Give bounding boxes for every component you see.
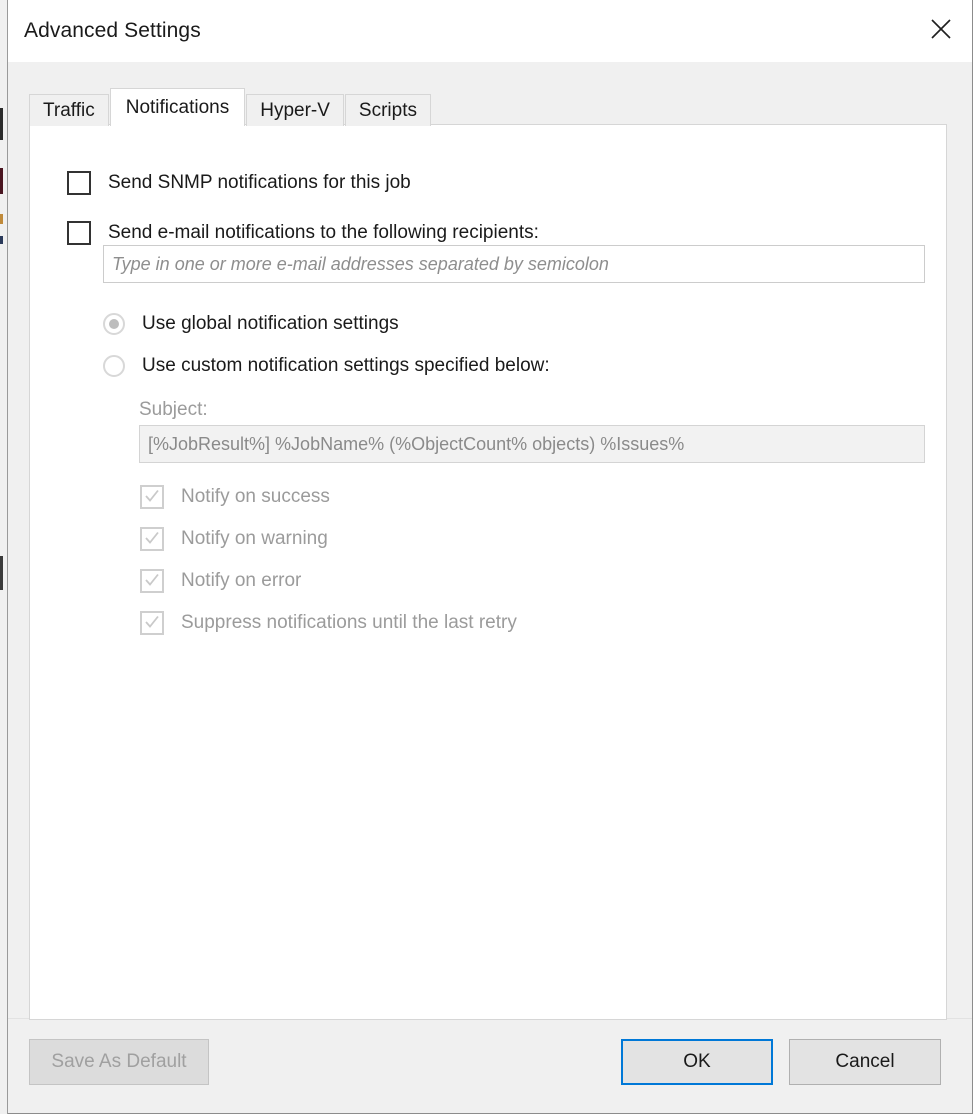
ok-button[interactable]: OK bbox=[621, 1039, 773, 1085]
email-notifications-label: Send e-mail notifications to the followi… bbox=[108, 222, 539, 244]
email-recipients-input[interactable]: Type in one or more e-mail addresses sep… bbox=[103, 245, 925, 283]
tab-label: Scripts bbox=[359, 100, 417, 122]
email-recipients-placeholder: Type in one or more e-mail addresses sep… bbox=[112, 254, 609, 275]
tab-strip: Traffic Notifications Hyper-V Scripts bbox=[29, 90, 947, 126]
notify-on-error-label: Notify on error bbox=[181, 570, 301, 592]
save-as-default-button[interactable]: Save As Default bbox=[29, 1039, 209, 1085]
suppress-notifications-checkbox[interactable] bbox=[140, 611, 164, 635]
checkmark-icon bbox=[144, 572, 160, 588]
notify-on-success-label: Notify on success bbox=[181, 486, 330, 508]
advanced-settings-dialog: Advanced Settings Traffic Notifications … bbox=[8, 0, 973, 1114]
use-global-settings-radio-row[interactable]: Use global notification settings bbox=[103, 313, 399, 335]
use-global-settings-radio[interactable] bbox=[103, 313, 125, 335]
tab-label: Traffic bbox=[43, 100, 95, 122]
use-custom-settings-radio[interactable] bbox=[103, 355, 125, 377]
snmp-notifications-checkbox-row[interactable]: Send SNMP notifications for this job bbox=[67, 171, 411, 195]
use-custom-settings-label: Use custom notification settings specifi… bbox=[142, 355, 550, 377]
snmp-notifications-checkbox[interactable] bbox=[67, 171, 91, 195]
ok-label: OK bbox=[683, 1051, 710, 1073]
tab-traffic[interactable]: Traffic bbox=[29, 94, 109, 126]
notify-on-warning-checkbox-row[interactable]: Notify on warning bbox=[140, 527, 328, 551]
subject-input[interactable]: [%JobResult%] %JobName% (%ObjectCount% o… bbox=[139, 425, 925, 463]
background-window-edge bbox=[0, 0, 8, 1114]
background-window-artifact bbox=[0, 168, 3, 194]
background-window-artifact bbox=[0, 108, 3, 140]
notifications-tab-panel: Send SNMP notifications for this job Sen… bbox=[29, 124, 947, 1020]
snmp-notifications-label: Send SNMP notifications for this job bbox=[108, 172, 411, 194]
background-window-artifact bbox=[0, 214, 3, 224]
close-button[interactable] bbox=[910, 0, 972, 58]
background-window-artifact bbox=[0, 556, 3, 590]
use-global-settings-label: Use global notification settings bbox=[142, 313, 399, 335]
tab-label: Hyper-V bbox=[260, 100, 330, 122]
notify-on-warning-label: Notify on warning bbox=[181, 528, 328, 550]
tab-notifications[interactable]: Notifications bbox=[110, 88, 246, 126]
tab-hyper-v[interactable]: Hyper-V bbox=[246, 94, 344, 126]
close-icon bbox=[930, 18, 952, 40]
notify-on-success-checkbox[interactable] bbox=[140, 485, 164, 509]
suppress-notifications-checkbox-row[interactable]: Suppress notifications until the last re… bbox=[140, 611, 517, 635]
checkmark-icon bbox=[144, 530, 160, 546]
checkmark-icon bbox=[144, 614, 160, 630]
dialog-footer: Save As Default OK Cancel bbox=[8, 1018, 972, 1113]
email-notifications-checkbox-row[interactable]: Send e-mail notifications to the followi… bbox=[67, 221, 539, 245]
subject-value: [%JobResult%] %JobName% (%ObjectCount% o… bbox=[148, 434, 684, 455]
suppress-notifications-label: Suppress notifications until the last re… bbox=[181, 612, 517, 634]
checkmark-icon bbox=[144, 488, 160, 504]
use-custom-settings-radio-row[interactable]: Use custom notification settings specifi… bbox=[103, 355, 550, 377]
tab-label: Notifications bbox=[126, 97, 230, 119]
notify-on-error-checkbox-row[interactable]: Notify on error bbox=[140, 569, 301, 593]
background-window-artifact bbox=[0, 236, 3, 244]
dialog-title: Advanced Settings bbox=[24, 19, 201, 43]
email-notifications-checkbox[interactable] bbox=[67, 221, 91, 245]
save-as-default-label: Save As Default bbox=[51, 1051, 186, 1073]
dialog-body: Traffic Notifications Hyper-V Scripts Se… bbox=[8, 62, 972, 1018]
notify-on-success-checkbox-row[interactable]: Notify on success bbox=[140, 485, 330, 509]
cancel-label: Cancel bbox=[835, 1051, 894, 1073]
tab-scripts[interactable]: Scripts bbox=[345, 94, 431, 126]
subject-label: Subject: bbox=[139, 399, 208, 421]
radio-dot bbox=[109, 319, 119, 329]
notify-on-error-checkbox[interactable] bbox=[140, 569, 164, 593]
cancel-button[interactable]: Cancel bbox=[789, 1039, 941, 1085]
dialog-titlebar: Advanced Settings bbox=[8, 0, 972, 62]
notify-on-warning-checkbox[interactable] bbox=[140, 527, 164, 551]
